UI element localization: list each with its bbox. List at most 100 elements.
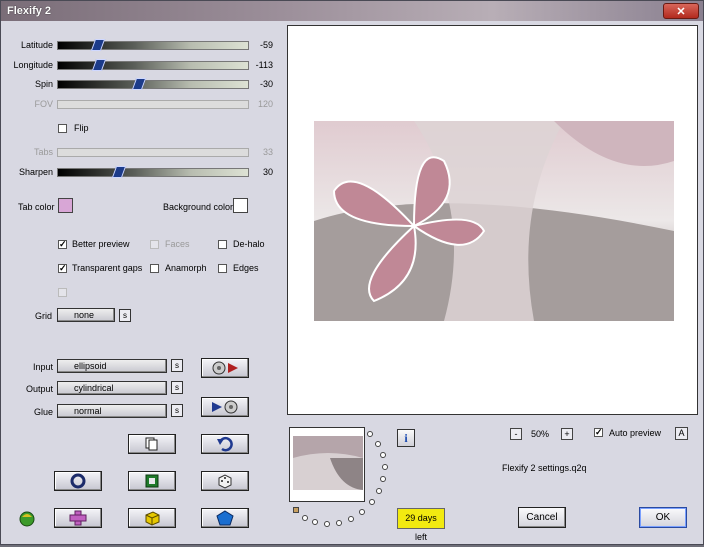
- output-select[interactable]: cylindrical: [57, 381, 167, 395]
- glue-s-button[interactable]: s: [171, 404, 183, 417]
- tabs-value: 33: [262, 147, 273, 157]
- zoom-out-button[interactable]: -: [510, 428, 522, 440]
- transparent-gaps-checkbox[interactable]: ✓: [58, 264, 67, 273]
- sharpen-label: Sharpen: [18, 167, 53, 177]
- tabs-slider: [57, 148, 249, 157]
- trial-days-badge[interactable]: 29 days left: [397, 508, 445, 542]
- progress-dot: [380, 452, 386, 458]
- cube-button[interactable]: [128, 508, 176, 528]
- de-halo-checkbox[interactable]: [218, 240, 227, 249]
- tab-color-swatch[interactable]: [58, 198, 73, 213]
- progress-dot: [382, 464, 388, 470]
- grid-select[interactable]: none: [57, 308, 115, 322]
- fov-slider: [57, 100, 249, 109]
- longitude-slider-thumb[interactable]: [91, 59, 107, 71]
- ring-icon: [70, 473, 86, 489]
- grid-label: Grid: [35, 311, 53, 321]
- faces-label: Faces: [165, 239, 190, 249]
- output-label: Output: [25, 384, 53, 394]
- progress-dot: [359, 509, 365, 515]
- auto-preview-label: Auto preview: [609, 428, 662, 438]
- background-color-label: Background color: [163, 202, 234, 212]
- tabs-label: Tabs: [33, 147, 53, 157]
- latitude-slider-thumb[interactable]: [90, 39, 106, 51]
- flip-checkbox[interactable]: [58, 124, 67, 133]
- cancel-button[interactable]: Cancel: [518, 507, 566, 528]
- transparent-gaps-label: Transparent gaps: [72, 263, 143, 273]
- longitude-label: Longitude: [13, 60, 53, 70]
- better-preview-checkbox[interactable]: ✓: [58, 240, 67, 249]
- input-label: Input: [32, 362, 53, 372]
- progress-dot: [336, 520, 342, 526]
- pentagon-icon: [216, 510, 234, 526]
- latitude-slider[interactable]: [57, 39, 249, 51]
- save-preset-button[interactable]: [201, 397, 249, 417]
- window-title: Flexify 2: [7, 5, 52, 17]
- tile-button[interactable]: [54, 508, 102, 528]
- progress-dot: [348, 516, 354, 522]
- edges-label: Edges: [233, 263, 259, 273]
- preview-image: [314, 121, 674, 321]
- sphere-button[interactable]: [54, 471, 102, 491]
- disc-arrow-icon: [212, 361, 238, 375]
- latitude-value: -59: [259, 40, 273, 50]
- longitude-value: -113: [255, 60, 273, 70]
- progress-dot: [375, 441, 381, 447]
- polyhedron-button[interactable]: [201, 508, 249, 528]
- auto-preview-checkbox[interactable]: ✓: [594, 428, 603, 437]
- better-preview-label: Better preview: [72, 239, 130, 249]
- undo-button[interactable]: [201, 434, 249, 454]
- progress-marker: [293, 507, 299, 513]
- spin-label: Spin: [34, 79, 53, 89]
- title-bar[interactable]: Flexify 2 ✕: [1, 1, 703, 21]
- latitude-label: Latitude: [20, 40, 53, 50]
- close-button[interactable]: ✕: [663, 3, 699, 19]
- yellow-cube-icon: [145, 511, 160, 526]
- settings-filename: Flexify 2 settings.q2q: [502, 463, 587, 473]
- sharpen-slider[interactable]: [57, 166, 249, 178]
- load-preset-button[interactable]: [201, 358, 249, 378]
- cross-tile-icon: [69, 510, 87, 526]
- progress-dot: [369, 499, 375, 505]
- thumbnail-image: [290, 428, 364, 501]
- progress-dot: [324, 521, 330, 527]
- anamorph-checkbox[interactable]: [150, 264, 159, 273]
- longitude-slider[interactable]: [57, 59, 249, 71]
- flexify-window: Flexify 2 ✕ Latitude -59 Longitude -113 …: [0, 0, 704, 545]
- dice-icon: [218, 474, 232, 489]
- glue-select[interactable]: normal: [57, 404, 167, 418]
- undo-arrow-icon: [217, 436, 233, 452]
- zoom-value: 50%: [531, 429, 550, 439]
- output-s-button[interactable]: s: [171, 381, 183, 394]
- progress-dot: [312, 519, 318, 525]
- anamorph-label: Anamorph: [165, 263, 207, 273]
- copy-button[interactable]: [128, 434, 176, 454]
- edges-checkbox[interactable]: [218, 264, 227, 273]
- logo-icon: [17, 508, 37, 528]
- de-halo-label: De-halo: [233, 239, 265, 249]
- unlabeled-checkbox: [58, 288, 67, 297]
- auto-preview-a-button[interactable]: A: [675, 427, 688, 440]
- fov-label: FOV: [34, 99, 53, 109]
- input-s-button[interactable]: s: [171, 359, 183, 372]
- background-color-swatch[interactable]: [233, 198, 248, 213]
- input-select[interactable]: ellipsoid: [57, 359, 167, 373]
- progress-dot: [376, 488, 382, 494]
- spin-value: -30: [259, 79, 273, 89]
- progress-dot: [380, 476, 386, 482]
- spin-slider-thumb[interactable]: [131, 78, 147, 90]
- sharpen-slider-thumb[interactable]: [111, 166, 127, 178]
- info-button[interactable]: i: [397, 429, 415, 447]
- preview-pane[interactable]: [287, 25, 698, 415]
- glue-label: Glue: [33, 407, 53, 417]
- frame-button[interactable]: [128, 471, 176, 491]
- random-button[interactable]: [201, 471, 249, 491]
- ok-button[interactable]: OK: [639, 507, 687, 528]
- faces-checkbox: [150, 240, 159, 249]
- sharpen-value: 30: [262, 167, 273, 177]
- navigator-thumbnail[interactable]: [289, 427, 365, 502]
- tab-color-label: Tab color: [18, 202, 55, 212]
- zoom-in-button[interactable]: +: [561, 428, 573, 440]
- spin-slider[interactable]: [57, 78, 249, 90]
- grid-s-button[interactable]: s: [119, 309, 131, 322]
